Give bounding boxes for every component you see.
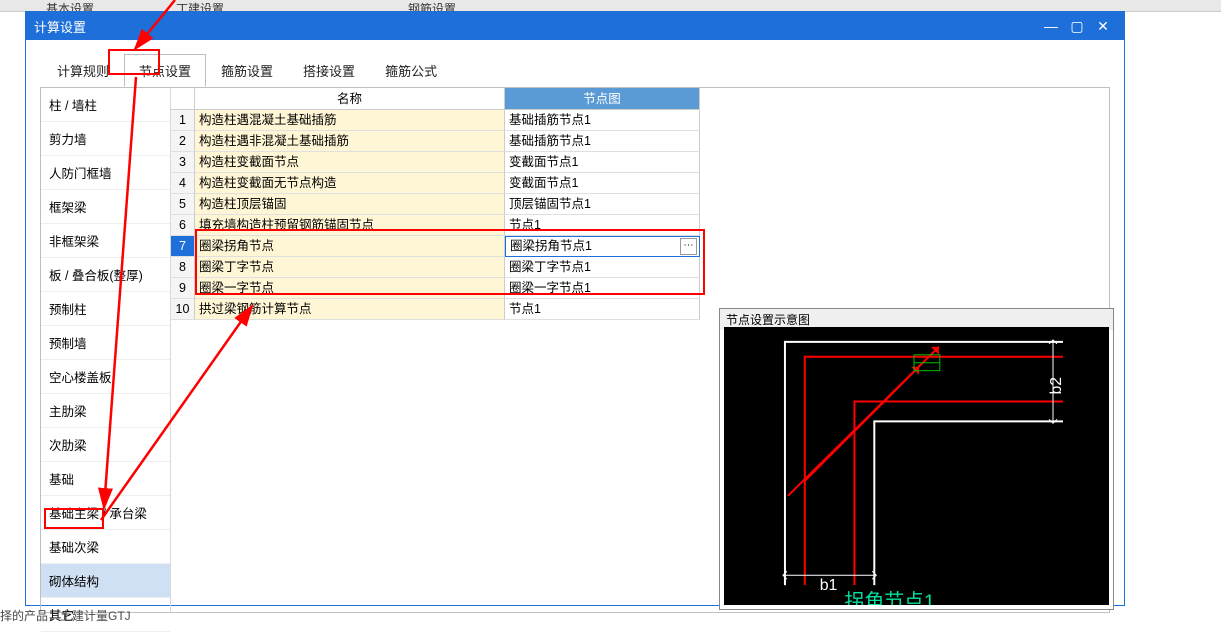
table-row: 2构造柱遇非混凝土基础插筋基础插筋节点1 [171,131,1109,152]
settings-tabs: 计算规则 节点设置 箍筋设置 搭接设置 箍筋公式 [42,54,1124,87]
minimize-icon[interactable]: — [1038,16,1064,36]
table-row: 9圈梁一字节点圈梁一字节点1 [171,278,1109,299]
table-row: 5构造柱顶层锚固顶层锚固节点1 [171,194,1109,215]
b1-label: b1 [820,577,838,594]
sidebar-item-slab[interactable]: 板 / 叠合板(整厚) [41,258,170,292]
sidebar-item-foundation-secbeam[interactable]: 基础次梁 [41,530,170,564]
b2-label: b2 [1048,377,1065,395]
sidebar-item-framebeam[interactable]: 框架梁 [41,190,170,224]
table-row: 1构造柱遇混凝土基础插筋基础插筋节点1 [171,110,1109,131]
table-row: 6填充墙构造柱预留钢筋锚固节点节点1 [171,215,1109,236]
sidebar-item-secrib[interactable]: 次肋梁 [41,428,170,462]
dialog-calc-settings: 计算设置 — ▢ ✕ 计算规则 节点设置 箍筋设置 搭接设置 箍筋公式 柱 / … [25,11,1125,606]
window-title: 计算设置 [34,17,1038,36]
tab-stirrup-formula[interactable]: 箍筋公式 [370,54,452,87]
preview-caption: 拐角节点1 [845,591,935,605]
titlebar[interactable]: 计算设置 — ▢ ✕ [26,12,1124,40]
sidebar-item-column[interactable]: 柱 / 墙柱 [41,88,170,122]
col-node-header[interactable]: 节点图 [505,88,700,110]
sidebar-item-precast-wall[interactable]: 预制墙 [41,326,170,360]
footer-text: 择的产品：土建计量GTJ [0,607,131,624]
category-sidebar: 柱 / 墙柱 剪力墙 人防门框墙 框架梁 非框架梁 板 / 叠合板(整厚) 预制… [41,88,171,612]
maximize-icon[interactable]: ▢ [1064,16,1090,36]
tab-lap-settings[interactable]: 搭接设置 [288,54,370,87]
sidebar-item-shearwall[interactable]: 剪力墙 [41,122,170,156]
table-row: 4构造柱变截面无节点构造变截面节点1 [171,173,1109,194]
sidebar-item-foundation[interactable]: 基础 [41,462,170,496]
table-row-selected: 7圈梁拐角节点圈梁拐角节点1 [171,236,1109,257]
col-rowno [171,88,195,110]
sidebar-item-mainrib[interactable]: 主肋梁 [41,394,170,428]
sidebar-item-foundation-mainbeam[interactable]: 基础主梁 / 承台梁 [41,496,170,530]
tab-stirrup-settings[interactable]: 箍筋设置 [206,54,288,87]
table-body: 1构造柱遇混凝土基础插筋基础插筋节点1 2构造柱遇非混凝土基础插筋基础插筋节点1… [171,110,1109,320]
sidebar-item-nonframebeam[interactable]: 非框架梁 [41,224,170,258]
col-name-header[interactable]: 名称 [195,88,505,110]
tab-node-settings[interactable]: 节点设置 [124,54,206,87]
sidebar-item-precast-col[interactable]: 预制柱 [41,292,170,326]
close-icon[interactable]: ✕ [1090,16,1116,36]
preview-drawing[interactable]: b1 b2 拐角节点1 [724,327,1109,605]
sidebar-item-hollow-slab[interactable]: 空心楼盖板 [41,360,170,394]
table-row: 3构造柱变截面节点变截面节点1 [171,152,1109,173]
tab-calc-rules[interactable]: 计算规则 [42,54,124,87]
node-picker-cell[interactable]: 圈梁拐角节点1 [505,236,700,257]
table-row: 8圈梁丁字节点圈梁丁字节点1 [171,257,1109,278]
sidebar-item-doorframe[interactable]: 人防门框墙 [41,156,170,190]
sidebar-item-masonry[interactable]: 砌体结构 [41,564,170,598]
node-preview-panel: 节点设置示意图 [719,308,1114,610]
